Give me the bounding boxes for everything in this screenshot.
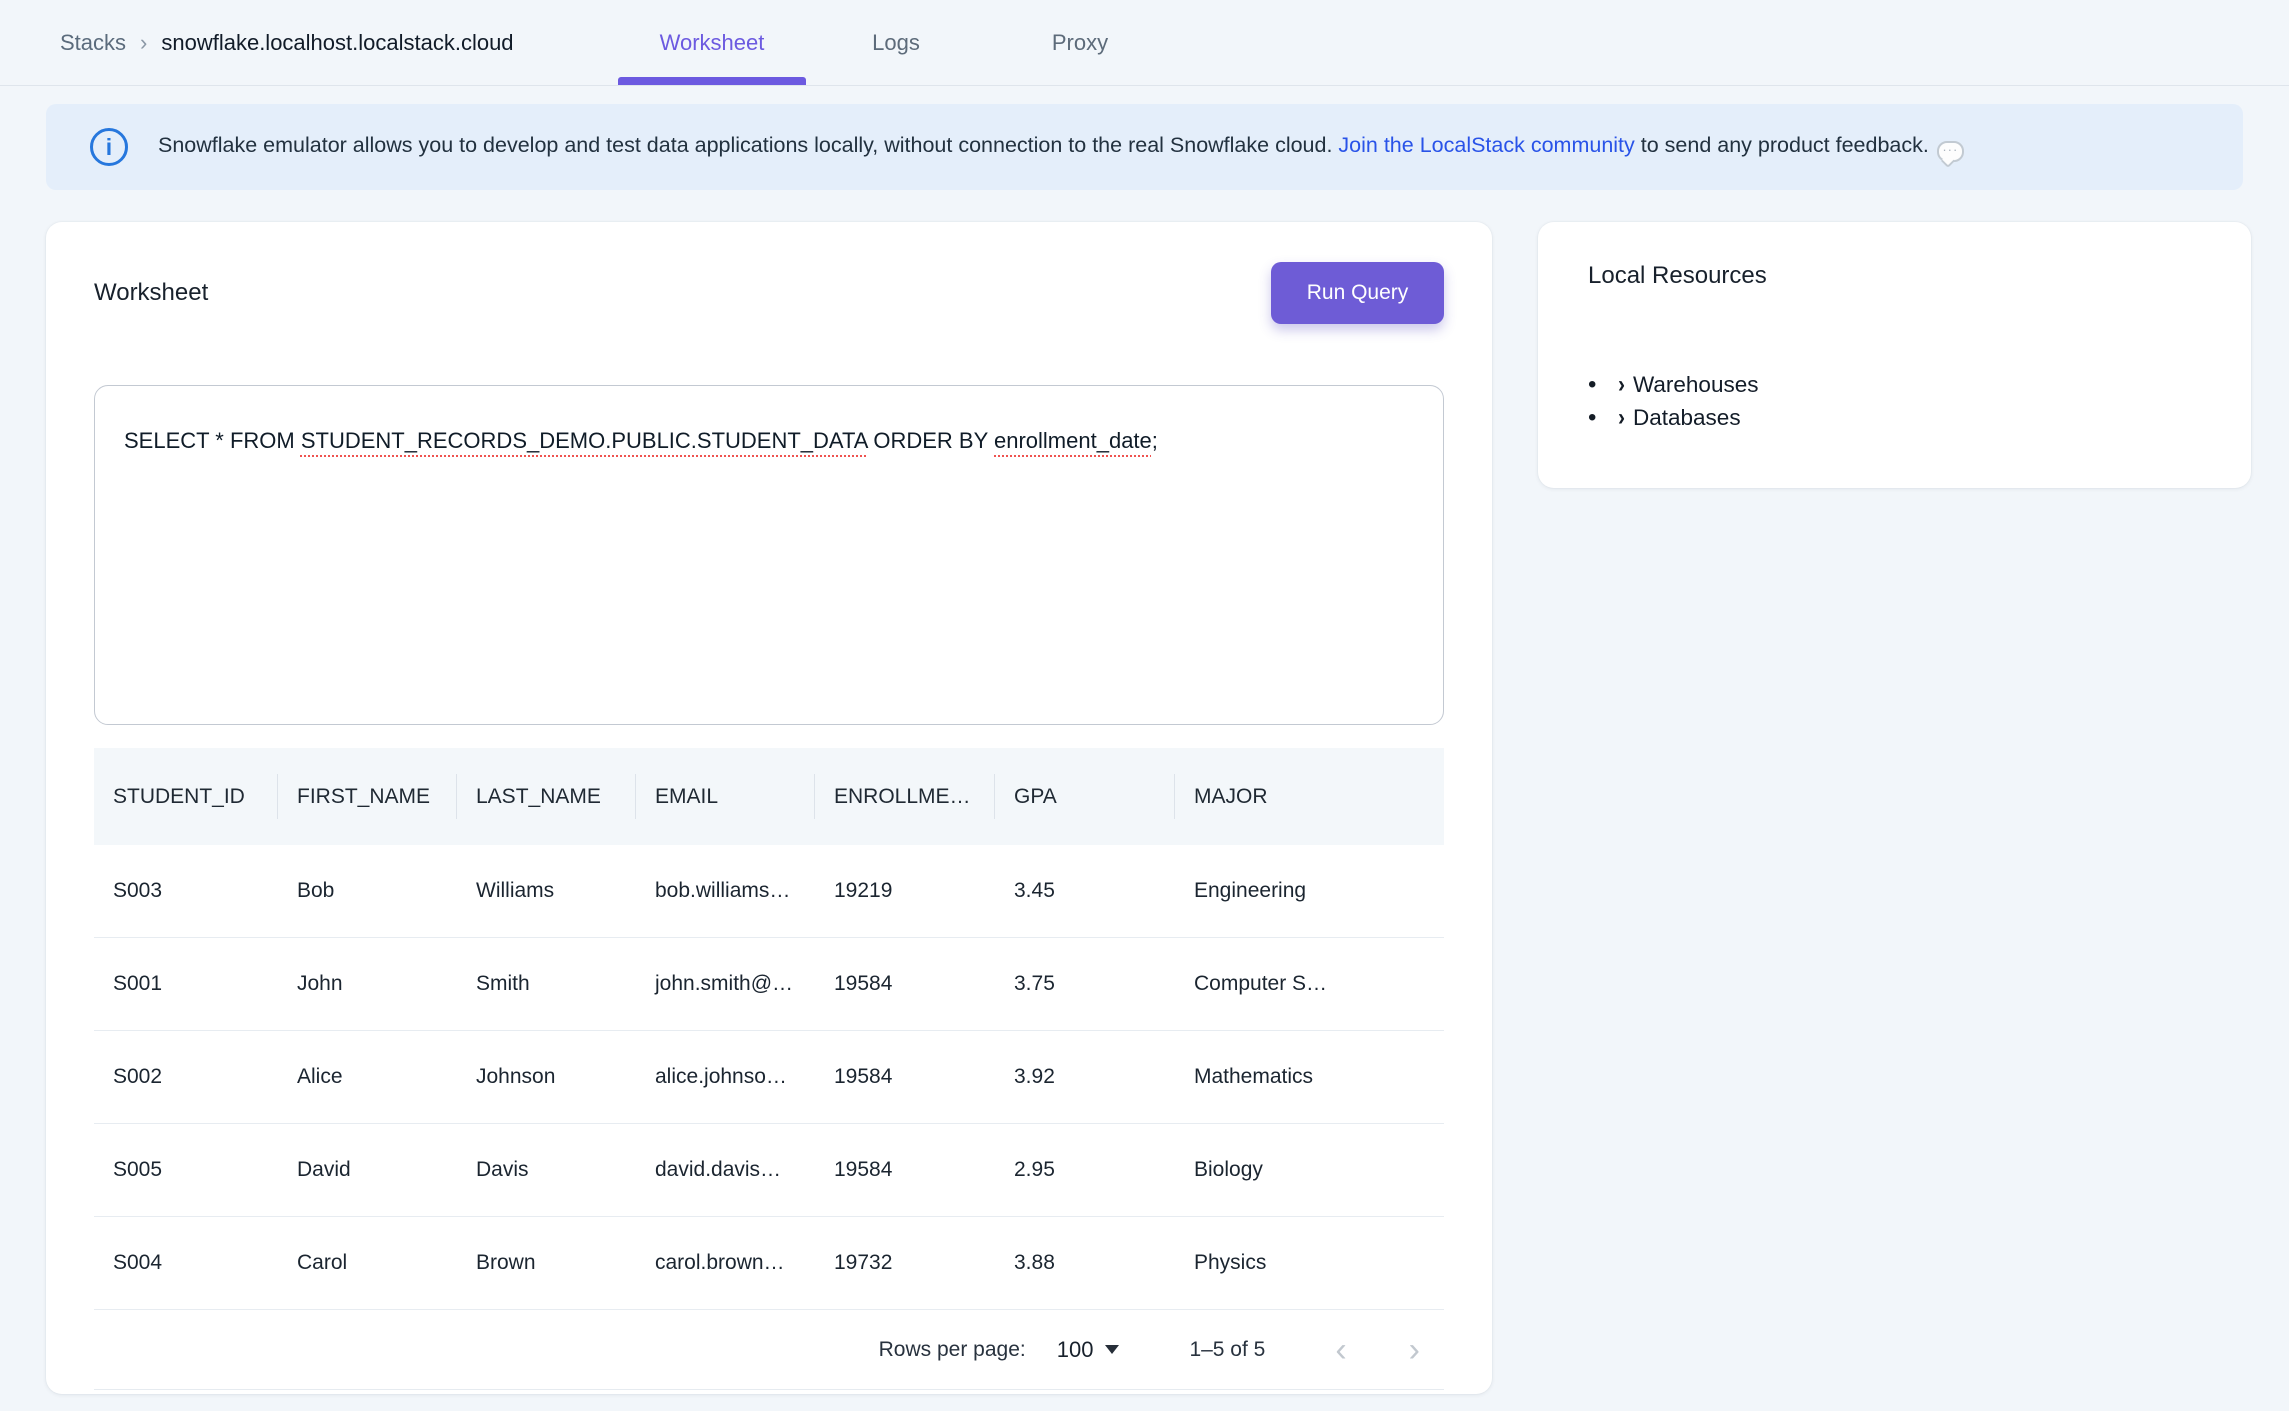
column-header[interactable]: ENROLLME…	[815, 748, 995, 845]
page-range-label: 1–5 of 5	[1189, 1338, 1265, 1362]
table-row[interactable]: S004 Carol Brown carol.brown… 19732 3.88…	[94, 1217, 1444, 1310]
worksheet-title: Worksheet	[94, 279, 208, 307]
cell-enrollment-date: 19584	[815, 1124, 995, 1216]
cell-enrollment-date: 19584	[815, 1031, 995, 1123]
table-header-row: STUDENT_ID FIRST_NAME LAST_NAME EMAIL EN…	[94, 748, 1444, 845]
cell-first-name: Bob	[278, 845, 457, 937]
banner-text-after: to send any product feedback.	[1635, 133, 1929, 157]
sql-editor[interactable]: SELECT * FROM STUDENT_RECORDS_DEMO.PUBLI…	[94, 385, 1444, 725]
breadcrumb-stacks-link[interactable]: Stacks	[60, 30, 126, 55]
cell-student-id: S004	[94, 1217, 278, 1309]
cell-enrollment-date: 19732	[815, 1217, 995, 1309]
resource-label: Databases	[1633, 405, 1741, 431]
cell-last-name: Williams	[457, 845, 636, 937]
sql-text: SELECT * FROM STUDENT_RECORDS_DEMO.PUBLI…	[124, 426, 1413, 456]
cell-enrollment-date: 19584	[815, 938, 995, 1030]
resource-label: Warehouses	[1633, 372, 1758, 398]
chevron-right-icon: ›	[1409, 1331, 1420, 1369]
expand-chevron-icon: ›	[1618, 404, 1625, 432]
cell-student-id: S002	[94, 1031, 278, 1123]
cell-last-name: Brown	[457, 1217, 636, 1309]
banner-text: Snowflake emulator allows you to develop…	[158, 133, 1964, 162]
cell-major: Engineering	[1175, 845, 1444, 937]
cell-gpa: 3.45	[995, 845, 1175, 937]
column-header[interactable]: MAJOR	[1175, 748, 1444, 845]
active-tab-underline	[618, 77, 806, 85]
cell-first-name: Carol	[278, 1217, 457, 1309]
info-icon: i	[90, 128, 128, 166]
cell-student-id: S003	[94, 845, 278, 937]
cell-last-name: Smith	[457, 938, 636, 1030]
cell-email: john.smith@…	[636, 938, 815, 1030]
worksheet-card-header: Worksheet Run Query	[94, 262, 1444, 324]
results-table: STUDENT_ID FIRST_NAME LAST_NAME EMAIL EN…	[94, 748, 1444, 1390]
cell-first-name: David	[278, 1124, 457, 1216]
cell-email: carol.brown…	[636, 1217, 815, 1309]
tab-logs[interactable]: Logs	[840, 0, 952, 85]
dropdown-arrow-icon	[1105, 1345, 1119, 1354]
next-page-button[interactable]: ›	[1409, 1333, 1420, 1367]
expand-chevron-icon: ›	[1618, 371, 1625, 399]
column-header[interactable]: FIRST_NAME	[278, 748, 457, 845]
rows-per-page-select[interactable]: 100	[1057, 1337, 1120, 1363]
tab-worksheet[interactable]: Worksheet	[618, 0, 806, 85]
run-query-button[interactable]: Run Query	[1271, 262, 1444, 324]
cell-enrollment-date: 19219	[815, 845, 995, 937]
sql-orderby-segment: ORDER BY	[867, 428, 994, 453]
table-row[interactable]: S001 John Smith john.smith@… 19584 3.75 …	[94, 938, 1444, 1031]
local-resources-title: Local Resources	[1588, 262, 2201, 290]
localstack-community-link[interactable]: Join the LocalStack community	[1338, 133, 1634, 157]
sql-keyword-segment: SELECT * FROM	[124, 428, 301, 453]
rows-per-page-label: Rows per page:	[879, 1338, 1026, 1362]
table-row[interactable]: S005 David Davis david.davis… 19584 2.95…	[94, 1124, 1444, 1217]
rows-per-page-value: 100	[1057, 1337, 1094, 1363]
column-header[interactable]: LAST_NAME	[457, 748, 636, 845]
resource-item[interactable]: • › Databases	[1588, 401, 2201, 434]
local-resources-card: Local Resources • › Warehouses • › Datab…	[1538, 222, 2251, 488]
cell-last-name: Johnson	[457, 1031, 636, 1123]
cell-first-name: Alice	[278, 1031, 457, 1123]
sql-terminator: ;	[1152, 428, 1158, 453]
cell-gpa: 3.92	[995, 1031, 1175, 1123]
resource-item[interactable]: • › Warehouses	[1588, 368, 2201, 401]
breadcrumb: Stacks › snowflake.localhost.localstack.cl…	[60, 30, 514, 56]
cell-major: Biology	[1175, 1124, 1444, 1216]
sql-order-column: enrollment_date	[994, 428, 1152, 453]
cell-first-name: John	[278, 938, 457, 1030]
chevron-left-icon: ‹	[1335, 1331, 1346, 1369]
cell-email: alice.johnso…	[636, 1031, 815, 1123]
breadcrumb-current: snowflake.localhost.localstack.cloud	[161, 30, 513, 55]
breadcrumb-separator-icon: ›	[140, 30, 147, 55]
cell-gpa: 2.95	[995, 1124, 1175, 1216]
cell-major: Mathematics	[1175, 1031, 1444, 1123]
nav-bar: Stacks › snowflake.localhost.localstack.cl…	[0, 0, 2289, 86]
cell-gpa: 3.88	[995, 1217, 1175, 1309]
speech-bubble-icon: ···	[1937, 141, 1964, 162]
cell-email: bob.williams…	[636, 845, 815, 937]
cell-gpa: 3.75	[995, 938, 1175, 1030]
column-header[interactable]: GPA	[995, 748, 1175, 845]
resources-list: • › Warehouses • › Databases	[1588, 368, 2201, 434]
banner-text-before: Snowflake emulator allows you to develop…	[158, 133, 1338, 157]
cell-email: david.davis…	[636, 1124, 815, 1216]
table-row[interactable]: S003 Bob Williams bob.williams… 19219 3.…	[94, 845, 1444, 938]
tab-proxy[interactable]: Proxy	[1020, 0, 1140, 85]
cell-student-id: S005	[94, 1124, 278, 1216]
bullet-icon: •	[1588, 401, 1618, 434]
pagination: Rows per page: 100 1–5 of 5 ‹ ›	[94, 1310, 1444, 1390]
cell-major: Physics	[1175, 1217, 1444, 1309]
prev-page-button[interactable]: ‹	[1335, 1333, 1346, 1367]
table-body: S003 Bob Williams bob.williams… 19219 3.…	[94, 845, 1444, 1310]
table-row[interactable]: S002 Alice Johnson alice.johnso… 19584 3…	[94, 1031, 1444, 1124]
bullet-icon: •	[1588, 368, 1618, 401]
page-content: Worksheet Run Query SELECT * FROM STUDEN…	[46, 222, 2251, 1394]
column-header[interactable]: EMAIL	[636, 748, 815, 845]
worksheet-card: Worksheet Run Query SELECT * FROM STUDEN…	[46, 222, 1492, 1394]
sql-table-reference: STUDENT_RECORDS_DEMO.PUBLIC.STUDENT_DATA	[301, 428, 867, 453]
column-header[interactable]: STUDENT_ID	[94, 748, 278, 845]
info-banner: i Snowflake emulator allows you to devel…	[46, 104, 2243, 190]
cell-last-name: Davis	[457, 1124, 636, 1216]
cell-student-id: S001	[94, 938, 278, 1030]
cell-major: Computer S…	[1175, 938, 1444, 1030]
